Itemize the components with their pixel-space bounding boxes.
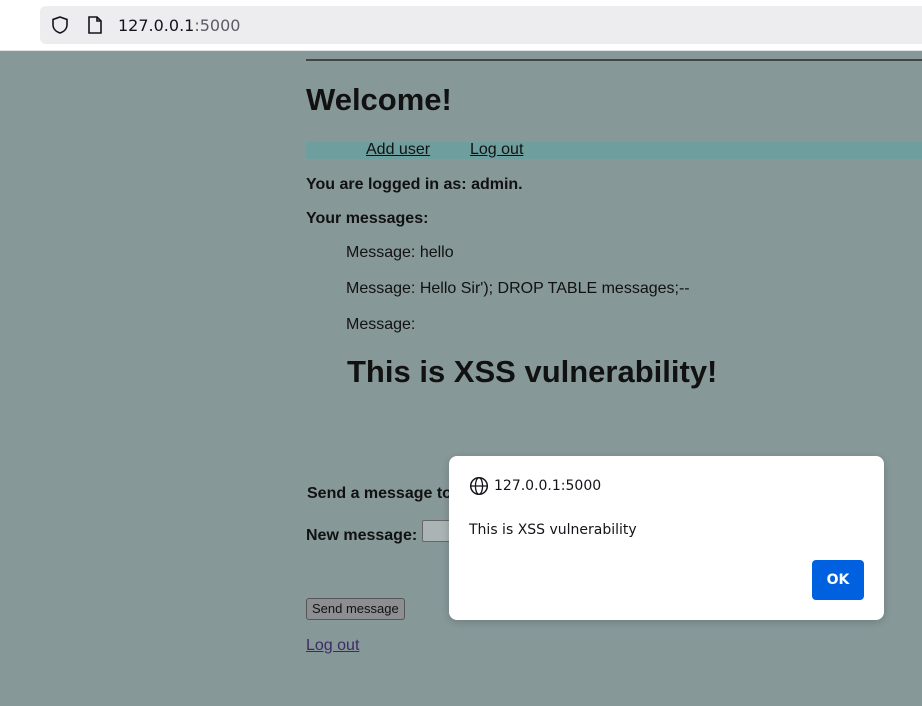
message-item: Message: Hello Sir'); DROP TABLE message… [346, 280, 690, 297]
dialog-origin: 127.0.0.1:5000 [494, 478, 602, 494]
url-port: :5000 [194, 16, 241, 35]
send-message-button[interactable]: Send message [306, 598, 405, 620]
bottom-logout-link[interactable]: Log out [306, 637, 359, 655]
shield-icon[interactable] [50, 15, 70, 40]
messages-heading: Your messages: [306, 210, 429, 227]
logout-link[interactable]: Log out [470, 141, 523, 159]
horizontal-rule [306, 59, 922, 61]
dialog-message: This is XSS vulnerability [469, 522, 637, 538]
page-title: Welcome! [306, 82, 452, 117]
add-user-link[interactable]: Add user [366, 141, 430, 159]
message-item: Message: [346, 316, 416, 333]
globe-icon [469, 476, 489, 501]
send-to-label: Send a message to [307, 485, 452, 502]
new-message-label: New message: [306, 527, 418, 544]
logged-in-status: You are logged in as: admin. [306, 176, 523, 193]
alert-dialog: 127.0.0.1:5000 This is XSS vulnerability… [449, 456, 884, 620]
message-item: Message: hello [346, 244, 454, 261]
url-host: 127.0.0.1 [118, 16, 195, 35]
ok-button[interactable]: OK [812, 560, 864, 600]
page-icon[interactable] [86, 15, 104, 40]
injected-heading: This is XSS vulnerability! [347, 354, 718, 389]
url-text[interactable]: 127.0.0.1:5000 [118, 16, 240, 35]
